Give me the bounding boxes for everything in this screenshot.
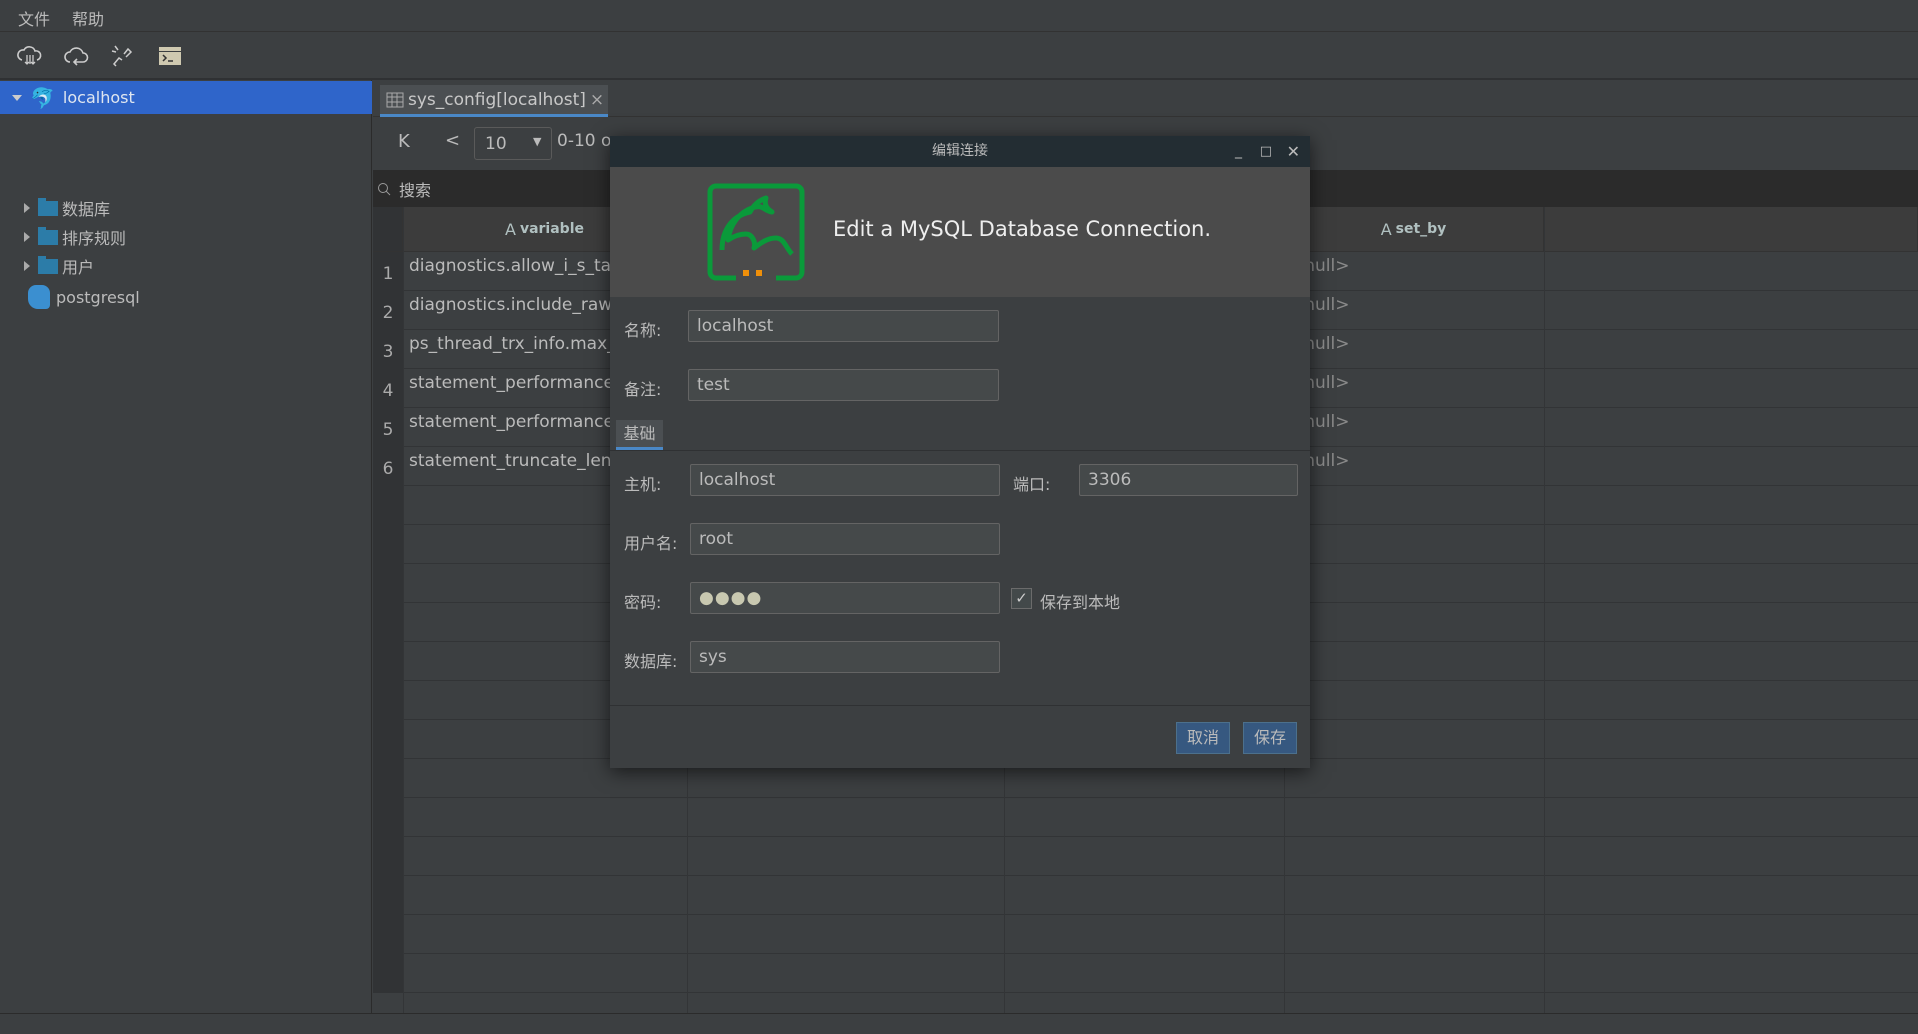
tree-item-label: postgresql xyxy=(56,287,140,307)
save-local-label: 保存到本地 xyxy=(1040,593,1121,612)
search-input[interactable]: 搜索 xyxy=(399,177,431,201)
row-number: 6 xyxy=(373,447,403,486)
folder-icon xyxy=(38,197,58,216)
chevron-down-icon: ▼ xyxy=(533,135,542,148)
expand-arrow-icon[interactable] xyxy=(12,94,22,101)
tree-item-databases[interactable]: 数据库 xyxy=(0,193,372,223)
password-input[interactable]: ●●●● xyxy=(690,582,1000,614)
host-input[interactable]: localhost xyxy=(690,464,1000,496)
dialog-heading: Edit a MySQL Database Connection. xyxy=(833,217,1212,241)
cloud-download-icon[interactable] xyxy=(16,42,44,70)
tree-item-users[interactable]: 用户 xyxy=(0,251,372,281)
text-type-icon: A xyxy=(1380,219,1392,239)
row-number: 3 xyxy=(373,330,403,369)
menu-file[interactable]: 文件 xyxy=(18,6,50,30)
tree-item-collations[interactable]: 排序规则 xyxy=(0,222,372,252)
menu-help[interactable]: 帮助 xyxy=(72,6,104,30)
collapse-arrow-icon[interactable] xyxy=(24,261,30,271)
minimize-icon[interactable]: _ xyxy=(1235,136,1242,167)
database-label: 数据库: xyxy=(624,652,678,671)
cloud-refresh-icon[interactable] xyxy=(62,42,90,70)
close-icon[interactable]: ✕ xyxy=(1287,136,1300,167)
edit-connection-dialog: 编辑连接 _ □ ✕ Edit a MySQL Database Connect… xyxy=(610,136,1310,768)
disconnect-icon[interactable] xyxy=(108,42,136,70)
save-local-checkbox[interactable]: ✓ xyxy=(1011,588,1032,609)
column-header-set-by[interactable]: Aset_by xyxy=(1284,207,1544,252)
table-icon xyxy=(386,92,404,107)
toolbar xyxy=(0,32,1918,80)
database-input[interactable]: sys xyxy=(690,641,1000,673)
tree-item-postgresql[interactable]: postgresql xyxy=(0,282,372,312)
port-label: 端口: xyxy=(1013,475,1051,494)
tree-item-localhost[interactable]: 🐬 localhost xyxy=(0,81,372,114)
tree-item-label: 数据库 xyxy=(62,200,111,219)
page-size-select[interactable]: 10 ▼ xyxy=(474,127,552,160)
password-label: 密码: xyxy=(624,593,662,612)
folder-icon xyxy=(38,255,58,274)
close-tab-icon[interactable]: × xyxy=(590,90,604,110)
collapse-arrow-icon[interactable] xyxy=(24,232,30,242)
first-page-button[interactable]: K xyxy=(398,131,410,152)
terminal-icon[interactable] xyxy=(156,42,184,70)
tree-item-label: 用户 xyxy=(62,258,95,277)
page-range-text: 0-10 o xyxy=(557,131,612,151)
maximize-icon[interactable]: □ xyxy=(1260,136,1272,167)
text-type-icon: A xyxy=(505,219,516,239)
tree-item-label: 排序规则 xyxy=(62,229,127,248)
status-bar xyxy=(0,1013,1918,1034)
dialog-title: 编辑连接 xyxy=(932,143,988,159)
remark-input[interactable]: test xyxy=(688,369,999,401)
remark-label: 备注: xyxy=(624,380,662,399)
row-number: 4 xyxy=(373,369,403,408)
name-label: 名称: xyxy=(624,321,662,340)
dialog-header: Edit a MySQL Database Connection. xyxy=(610,167,1310,297)
username-input[interactable]: root xyxy=(690,523,1000,555)
page-size-value: 10 xyxy=(485,134,507,154)
mysql-dolphin-icon: 🐬 xyxy=(30,85,55,110)
folder-icon xyxy=(38,226,58,245)
postgresql-elephant-icon xyxy=(28,285,50,309)
search-icon xyxy=(378,182,391,195)
prev-page-button[interactable]: < xyxy=(445,130,460,151)
tab-sys-config[interactable]: sys_config[localhost] × xyxy=(380,85,608,117)
row-number: 5 xyxy=(373,408,403,447)
cancel-button[interactable]: 取消 xyxy=(1176,722,1230,754)
save-button[interactable]: 保存 xyxy=(1243,722,1297,754)
port-input[interactable]: 3306 xyxy=(1079,464,1298,496)
name-input[interactable]: localhost xyxy=(688,310,999,342)
menu-bar: 文件 帮助 xyxy=(0,0,1918,32)
row-number: 1 xyxy=(373,252,403,291)
tree-item-label: localhost xyxy=(62,88,135,107)
host-label: 主机: xyxy=(624,475,662,494)
mysql-logo-icon xyxy=(707,183,805,282)
collapse-arrow-icon[interactable] xyxy=(24,203,30,213)
connection-tree: 🐬 localhost 数据库 排序规则 用户 postgresql xyxy=(0,80,372,1013)
dialog-title-bar: 编辑连接 _ □ ✕ xyxy=(610,136,1310,167)
row-number: 2 xyxy=(373,291,403,330)
username-label: 用户名: xyxy=(624,534,678,553)
tab-label: sys_config[localhost] xyxy=(408,89,586,110)
tab-basic[interactable]: 基础 xyxy=(616,420,663,450)
